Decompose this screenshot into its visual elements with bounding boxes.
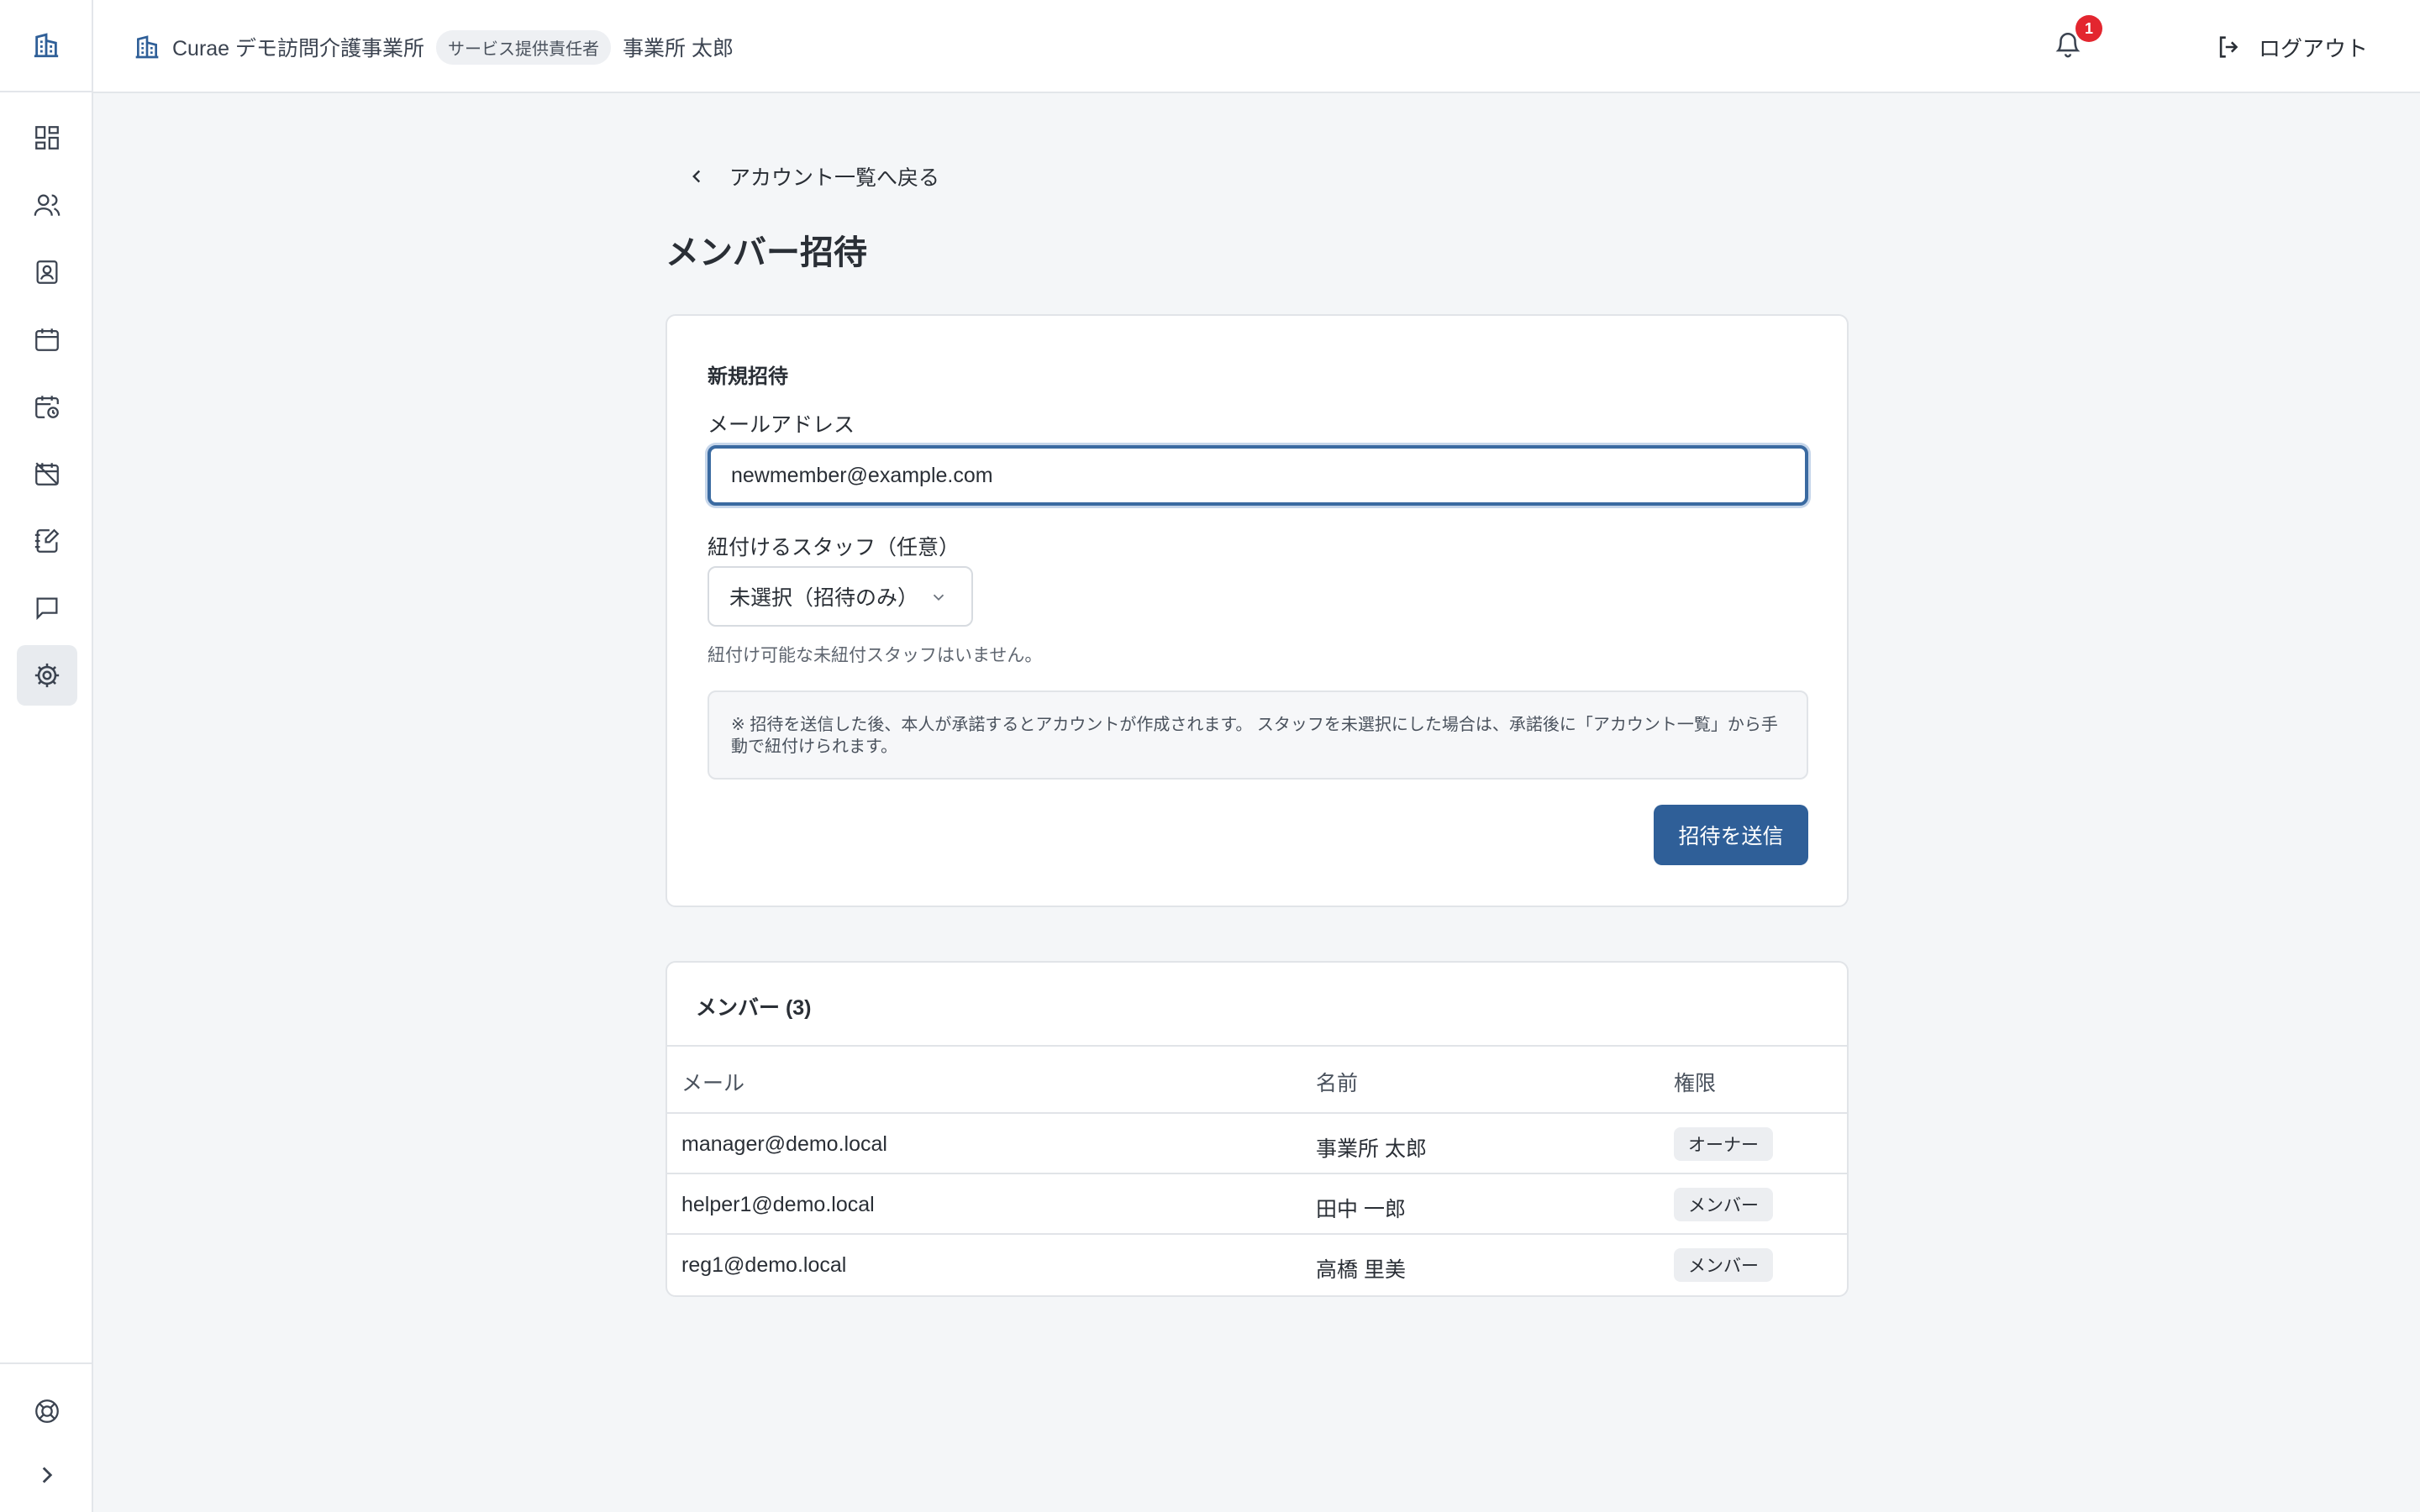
notice-line: 動で紐付けられます。 <box>731 738 897 756</box>
building-icon <box>135 35 159 59</box>
chevron-left-icon <box>692 170 701 183</box>
sidebar-item-records[interactable] <box>17 511 77 571</box>
sidebar-item-clients[interactable] <box>17 242 77 302</box>
role-badge: メンバー <box>1674 1188 1773 1221</box>
email-label: メールアドレス <box>708 413 855 437</box>
page-title: メンバー招待 <box>666 234 867 271</box>
staff-select-value: 未選択（招待のみ） <box>729 586 919 610</box>
notification-badge: 1 <box>2075 15 2102 42</box>
app-logo[interactable] <box>0 0 92 92</box>
back-label: アカウント一覧へ戻る <box>729 166 940 190</box>
role-badge: オーナー <box>1674 1127 1773 1161</box>
sidebar-footer <box>0 1362 92 1512</box>
calendar-clock-icon <box>35 396 59 418</box>
sidebar-item-dashboard[interactable] <box>17 108 77 168</box>
logout-icon <box>2219 36 2238 58</box>
member-name: 田中 一郎 <box>1316 1198 1406 1221</box>
org-name: Curae デモ訪問介護事業所 <box>172 37 425 60</box>
table-row: manager@demo.local 事業所 太郎 オーナー <box>667 1114 1847 1174</box>
org-info: Curae デモ訪問介護事業所 サービス提供責任者 事業所 太郎 <box>134 29 734 65</box>
member-email: helper1@demo.local <box>681 1193 875 1216</box>
expand-sidebar-button[interactable] <box>17 1445 77 1505</box>
notebook-edit-icon <box>34 528 60 553</box>
calendar-icon <box>35 328 59 351</box>
column-header-email[interactable]: メール <box>681 1067 744 1097</box>
gear-icon <box>34 663 60 688</box>
chevron-down-icon <box>933 594 944 601</box>
message-icon <box>36 597 58 621</box>
sidebar-item-messages[interactable] <box>17 578 77 638</box>
help-buoy-icon <box>35 1399 59 1423</box>
staff-hint: 紐付け可能な未紐付スタッフはいません。 <box>708 646 1043 665</box>
chevron-right-icon <box>42 1467 53 1483</box>
member-name: 高橋 里美 <box>1316 1258 1406 1282</box>
column-header-name[interactable]: 名前 <box>1316 1067 1358 1097</box>
email-field[interactable] <box>708 445 1808 506</box>
logout-label: ログアウト <box>2259 35 2369 61</box>
column-header-role[interactable]: 権限 <box>1674 1067 1716 1097</box>
table-row: helper1@demo.local 田中 一郎 メンバー <box>667 1174 1847 1235</box>
role-badge: サービス提供責任者 <box>436 29 612 65</box>
table-row: reg1@demo.local 高橋 里美 メンバー <box>667 1235 1847 1295</box>
member-email: reg1@demo.local <box>681 1253 847 1277</box>
staff-select[interactable]: 未選択（招待のみ） <box>708 566 973 627</box>
contact-icon <box>36 260 58 284</box>
calendar-off-icon <box>35 462 59 486</box>
invite-notice: ※ 招待を送信した後、本人が承諾するとアカウントが作成されます。 スタッフを未選… <box>708 690 1808 780</box>
sidebar-item-settings[interactable] <box>17 645 77 706</box>
notice-line: ※ 招待を送信した後、本人が承諾するとアカウントが作成されます。 スタッフを未選… <box>731 716 1778 734</box>
sidebar-item-absence[interactable] <box>17 444 77 504</box>
user-name: 事業所 太郎 <box>623 37 734 60</box>
sidebar-item-calendar[interactable] <box>17 309 77 370</box>
send-invite-button[interactable]: 招待を送信 <box>1654 805 1808 865</box>
building-logo-icon <box>34 33 58 58</box>
logout-button[interactable]: ログアウト <box>2215 30 2368 64</box>
members-card: メンバー (3) メール 名前 権限 manager@demo.local 事業… <box>666 961 1849 1297</box>
section-title: 新規招待 <box>708 365 788 388</box>
staff-label: 紐付けるスタッフ（任意） <box>708 536 960 559</box>
table-header: メール 名前 権限 <box>667 1045 1847 1114</box>
sidebar-item-schedule[interactable] <box>17 376 77 437</box>
help-button[interactable] <box>17 1381 77 1441</box>
sidebar-item-users[interactable] <box>17 175 77 235</box>
sidebar <box>0 0 93 1512</box>
back-to-accounts-link[interactable]: アカウント一覧へ戻る <box>686 160 939 193</box>
invite-form-card: 新規招待 メールアドレス 紐付けるスタッフ（任意） 未選択（招待のみ） 紐付け可… <box>666 314 1849 907</box>
member-email: manager@demo.local <box>681 1132 887 1156</box>
member-name: 事業所 太郎 <box>1316 1137 1427 1161</box>
dashboard-icon <box>35 126 59 150</box>
users-icon <box>34 194 60 216</box>
members-title: メンバー (3) <box>696 996 812 1020</box>
role-badge: メンバー <box>1674 1248 1773 1282</box>
